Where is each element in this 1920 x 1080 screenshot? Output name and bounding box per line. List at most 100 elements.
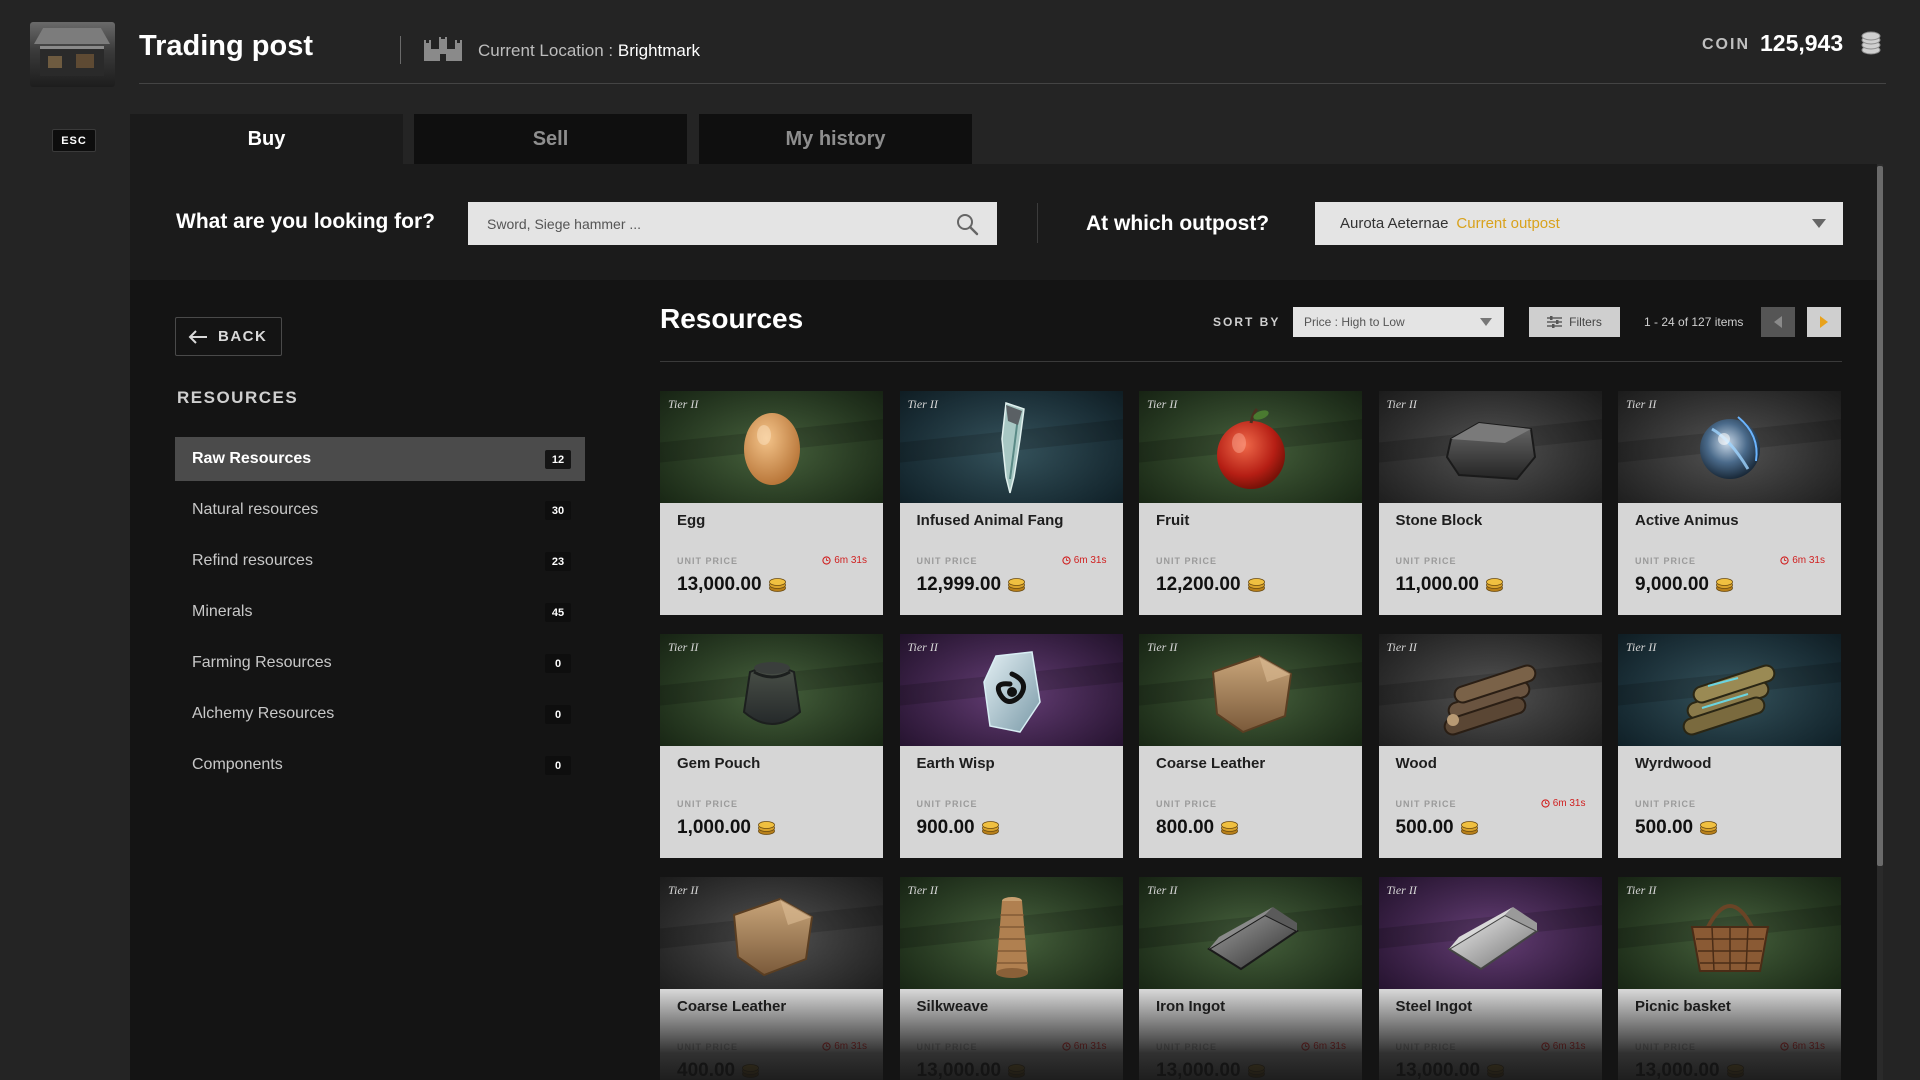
item-card[interactable]: Tier II Silkweave UNIT PRICE 6m 31s 13,0… [899, 877, 1123, 1080]
item-name: Egg [677, 512, 706, 529]
search-band-divider [1037, 203, 1038, 243]
unit-price-label: UNIT PRICE [1395, 799, 1457, 809]
steel-ingot-icon [1446, 907, 1539, 971]
item-card[interactable]: Tier II Egg UNIT PRICE 6m 31s 13,000.00 [660, 391, 883, 615]
item-image: Tier II [1618, 634, 1841, 746]
item-card[interactable]: Tier II Active Animus UNIT PRICE 6m 31s … [1618, 391, 1841, 615]
count-badge: 0 [545, 705, 571, 724]
listing-timer: 6m 31s [1780, 555, 1825, 566]
count-badge: 45 [545, 603, 571, 622]
sidebar-item-minerals[interactable]: Minerals 45 [175, 590, 585, 634]
item-card[interactable]: Tier II Wyrdwood UNIT PRICE 500.00 [1618, 634, 1841, 858]
sidebar-item-label: Raw Resources [192, 450, 312, 467]
count-badge: 23 [545, 552, 571, 571]
item-name: Picnic basket [1635, 998, 1731, 1015]
item-price-value: 900.00 [916, 817, 975, 838]
pouch-icon [742, 662, 802, 725]
listing-timer: 6m 31s [1062, 555, 1107, 566]
clock-icon [822, 556, 831, 565]
sidebar-item-alchemy-resources[interactable]: Alchemy Resources 0 [175, 692, 585, 736]
item-price: 12,999.00 [917, 574, 1026, 596]
coin-icon [1008, 578, 1025, 592]
item-price-value: 500.00 [1635, 817, 1694, 838]
item-price: 13,000.00 [1396, 1060, 1505, 1080]
item-price: 1,000.00 [677, 817, 775, 839]
filters-button[interactable]: Filters [1529, 307, 1620, 337]
item-name: Stone Block [1395, 512, 1483, 529]
listing-timer: 6m 31s [1062, 1041, 1107, 1052]
item-card[interactable]: Tier II Coarse Leather UNIT PRICE 800.00 [1139, 634, 1362, 858]
clock-icon [1780, 1042, 1789, 1051]
item-price-value: 13,000.00 [1156, 1060, 1241, 1080]
item-image: Tier II [660, 877, 883, 989]
tab-my-history[interactable]: My history [699, 114, 972, 164]
basket-icon [1690, 904, 1770, 972]
unit-price-label: UNIT PRICE [1635, 799, 1697, 809]
arrow-left-icon [188, 329, 207, 344]
tab-buy[interactable]: Buy [130, 114, 403, 164]
sort-dropdown[interactable]: Price : High to Low [1293, 307, 1504, 337]
scrollbar[interactable] [1877, 164, 1883, 1080]
item-card[interactable]: Tier II Infused Animal Fang UNIT PRICE 6… [899, 391, 1123, 615]
egg-icon [744, 413, 800, 485]
chevron-down-icon [1480, 318, 1492, 326]
item-price: 13,000.00 [917, 1060, 1026, 1080]
tier-label: Tier II [1386, 883, 1417, 897]
sidebar-item-components[interactable]: Components 0 [175, 743, 585, 787]
coin-icon [742, 1064, 760, 1078]
tier-label: Tier II [668, 640, 699, 654]
item-card[interactable]: Tier II Fruit UNIT PRICE 12,200.00 [1139, 391, 1362, 615]
content-divider [660, 361, 1842, 362]
wyrdwood-logs-icon [1682, 664, 1776, 736]
timer-text: 6m 31s [1313, 1041, 1346, 1052]
search-input[interactable] [468, 202, 997, 245]
item-price: 500.00 [1396, 817, 1478, 839]
count-badge: 0 [545, 654, 571, 673]
esc-button[interactable]: ESC [52, 129, 96, 152]
coin-icon [981, 821, 999, 835]
coin-icon [1247, 578, 1265, 592]
sidebar-item-label: Alchemy Resources [192, 705, 335, 722]
sidebar-item-raw-resources[interactable]: Raw Resources 12 [175, 437, 585, 481]
item-card[interactable]: Tier II Picnic basket UNIT PRICE 6m 31s … [1618, 877, 1841, 1080]
page-title: Trading post [139, 30, 313, 62]
item-card[interactable]: Tier II Earth Wisp UNIT PRICE 900.00 [899, 634, 1123, 858]
back-button[interactable]: BACK [175, 317, 282, 356]
clock-icon [1062, 556, 1071, 565]
item-card[interactable]: Tier II Steel Ingot UNIT PRICE 6m 31s 13… [1378, 877, 1602, 1080]
item-image: Tier II [899, 391, 1123, 503]
clock-icon [1541, 1042, 1550, 1051]
item-card[interactable]: Tier II Coarse Leather UNIT PRICE 6m 31s… [660, 877, 883, 1080]
search-question-label: What are you looking for? [176, 210, 436, 233]
sidebar-item-farming-resources[interactable]: Farming Resources 0 [175, 641, 585, 685]
item-image: Tier II [1618, 391, 1841, 503]
item-card[interactable]: Tier II Iron Ingot UNIT PRICE 6m 31s 13,… [1139, 877, 1362, 1080]
item-card[interactable]: Tier II Stone Block UNIT PRICE 11,000.00 [1378, 391, 1602, 615]
timer-text: 6m 31s [1792, 1041, 1825, 1052]
listing-timer: 6m 31s [822, 1041, 867, 1052]
sidebar-item-natural-resources[interactable]: Natural resources 30 [175, 488, 585, 532]
item-name: Coarse Leather [1156, 755, 1266, 772]
sidebar-item-refind-resources[interactable]: Refind resources 23 [175, 539, 585, 583]
sort-value: Price : High to Low [1304, 315, 1405, 329]
item-price: 800.00 [1156, 817, 1239, 839]
coin-icon [1487, 1064, 1504, 1078]
item-price-value: 13,000.00 [1635, 1060, 1720, 1080]
scrollbar-thumb[interactable] [1877, 166, 1883, 866]
next-page-button[interactable] [1807, 307, 1841, 337]
search-icon[interactable] [955, 212, 979, 236]
unit-price-label: UNIT PRICE [1156, 799, 1218, 809]
item-image: Tier II [1139, 877, 1362, 989]
coin-icon [1716, 578, 1733, 592]
item-card[interactable]: Tier II Gem Pouch UNIT PRICE 1,000.00 [660, 634, 883, 858]
item-name: Gem Pouch [677, 755, 761, 772]
coin-icon [758, 821, 775, 835]
chevron-down-icon [1812, 219, 1826, 228]
animus-orb-icon [1700, 416, 1760, 479]
outpost-dropdown[interactable]: Aurota Aeternae Current outpost [1315, 202, 1843, 245]
item-card[interactable]: Tier II Wood UNIT PRICE 6m 31s 500.00 [1378, 634, 1602, 858]
prev-page-button[interactable] [1761, 307, 1795, 337]
chevron-right-icon [1820, 316, 1828, 328]
tier-label: Tier II [1386, 640, 1417, 654]
tab-sell[interactable]: Sell [414, 114, 687, 164]
